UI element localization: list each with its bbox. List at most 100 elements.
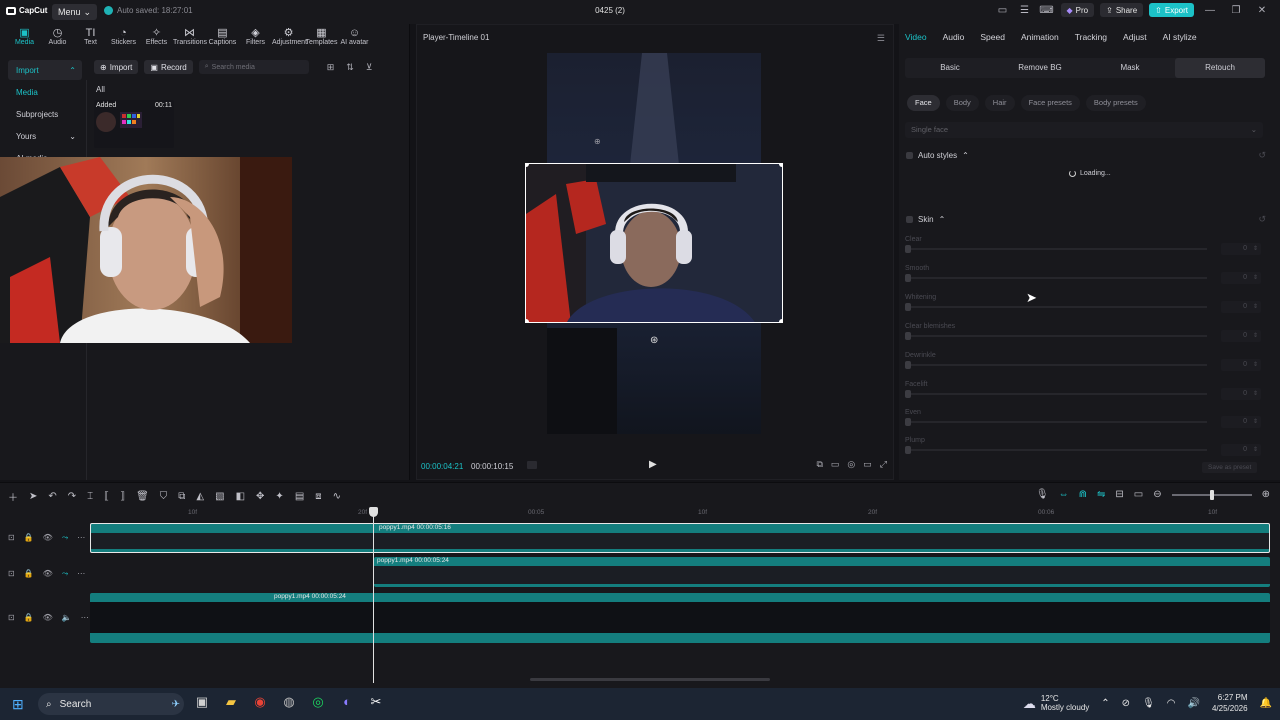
auto-styles-header[interactable]: Auto styles ⌃ — [906, 151, 969, 160]
zoom-in-icon[interactable]: ⊕ — [1262, 489, 1270, 500]
undo-icon[interactable]: ↶ — [48, 491, 56, 502]
lock-icon[interactable]: 🔒 — [24, 569, 34, 579]
slider-knob[interactable] — [905, 245, 911, 253]
capcut-taskbar-icon[interactable]: ✂ — [368, 694, 384, 712]
task-view-icon[interactable]: ▣ — [194, 694, 210, 712]
slider-knob[interactable] — [905, 332, 911, 340]
subtab-mask[interactable]: Mask — [1085, 58, 1175, 78]
magic-icon[interactable]: ✦ — [275, 491, 283, 502]
sort-icon[interactable]: ⇅ — [346, 62, 354, 73]
resize-handle-bottom-left[interactable] — [526, 319, 529, 322]
add-track-icon[interactable]: ＋ — [8, 489, 18, 504]
media-search-input[interactable]: ⌕ Search media — [198, 60, 309, 74]
delete-icon[interactable]: 🗑 — [136, 491, 149, 502]
slider-track[interactable] — [907, 421, 1207, 423]
mic-tray-icon[interactable]: 🎙 — [1142, 698, 1155, 709]
lock-icon[interactable]: 🔒 — [24, 533, 34, 543]
eye-icon[interactable]: 👁 — [43, 613, 53, 622]
clock[interactable]: 6:27 PM 4/25/2026 — [1212, 692, 1248, 714]
share-button[interactable]: ⇪ Share — [1100, 3, 1144, 17]
more-icon[interactable]: ⋯ — [77, 569, 85, 579]
timeline-scrollbar[interactable] — [530, 678, 770, 681]
resize-handle-top-right[interactable] — [779, 164, 782, 167]
magnet-icon[interactable]: ⋒ — [1079, 489, 1087, 500]
ratio-icon[interactable]: ▭ — [863, 459, 872, 470]
lock-icon[interactable]: 🔒 — [24, 613, 34, 622]
pro-button[interactable]: ◆ Pro — [1060, 3, 1095, 17]
slider-knob[interactable] — [905, 446, 911, 454]
audio-wave-icon[interactable]: ∿ — [333, 491, 341, 502]
project-title[interactable]: 0425 (2) — [560, 6, 660, 15]
linkage-icon[interactable]: ⇋ — [1097, 489, 1105, 500]
zoom-slider-knob[interactable] — [1209, 489, 1214, 500]
face-select-dropdown[interactable]: Single face ⌄ — [905, 122, 1263, 138]
crop-tool-icon[interactable]: ⧉ — [178, 491, 185, 502]
tool-stickers[interactable]: ◔ Stickers — [107, 24, 140, 52]
tool-media[interactable]: ▣ Media — [8, 24, 41, 52]
transform-icon[interactable]: ⧈ — [315, 491, 321, 502]
discord-icon[interactable]: ◐ — [339, 694, 355, 712]
sidebar-item-subprojects[interactable]: Subprojects — [8, 104, 82, 124]
anchor-point-icon[interactable]: ⊕ — [594, 137, 601, 146]
slider-value-input[interactable]: 0 — [1221, 330, 1261, 342]
slider-value-input[interactable]: 0 — [1221, 359, 1261, 371]
slider-value-input[interactable]: 0 — [1221, 243, 1261, 255]
media-thumbnail[interactable]: Added 00:11 — [94, 100, 174, 148]
slider-knob[interactable] — [905, 303, 911, 311]
speaker-icon[interactable]: 🔈 — [62, 613, 72, 622]
selected-clip-transform-box[interactable] — [525, 163, 783, 323]
record-button[interactable]: ▣ Record — [144, 60, 193, 74]
microphone-icon[interactable]: 🎙 — [1036, 489, 1049, 500]
notes-icon[interactable]: ☰ — [1017, 5, 1033, 16]
split-icon[interactable]: ⌶ — [87, 491, 93, 502]
reset-icon[interactable]: ↺ — [1258, 214, 1266, 225]
time-ruler[interactable]: 10f 20f 00:05 10f 20f 00:06 10f — [90, 509, 1270, 519]
tab-video[interactable]: Video — [905, 32, 927, 42]
preview-axis-icon[interactable]: ⊟ — [1115, 489, 1123, 500]
tool-text[interactable]: TI Text — [74, 24, 107, 52]
tool-transitions[interactable]: ⋈ Transitions — [173, 24, 207, 52]
skin-checkbox[interactable] — [906, 216, 913, 223]
speed-ramp-icon[interactable]: ◭ — [196, 491, 204, 502]
weather-widget[interactable]: ☁ 12°C Mostly cloudy — [1023, 694, 1089, 712]
tool-effects[interactable]: ✧ Effects — [140, 24, 173, 52]
tab-ai-stylize[interactable]: AI stylize — [1163, 32, 1197, 42]
layout-icon[interactable]: ▭ — [995, 5, 1011, 16]
subtab-retouch[interactable]: Retouch — [1175, 58, 1265, 78]
timeline-clip[interactable]: poppy1.mp4 00:00:05:24 — [374, 557, 1270, 587]
rotate-handle-icon[interactable]: ⊛ — [650, 335, 658, 346]
freeze-frame-icon[interactable]: ▧ — [215, 491, 224, 502]
wifi-icon[interactable]: ◠ — [1167, 698, 1176, 709]
filter-icon[interactable]: ⊻ — [366, 62, 373, 73]
file-explorer-icon[interactable]: ▰ — [223, 694, 239, 712]
windows-start-icon[interactable]: ⊞ — [12, 696, 24, 713]
captions-toggle-icon[interactable]: ▭ — [1134, 489, 1143, 500]
slider-knob[interactable] — [905, 390, 911, 398]
tab-speed[interactable]: Speed — [980, 32, 1005, 42]
slider-value-input[interactable]: 0 — [1221, 416, 1261, 428]
network-icon[interactable]: ⊘ — [1122, 698, 1130, 709]
more-icon[interactable]: ⋯ — [81, 613, 89, 622]
chevron-up-icon[interactable]: ⌃ — [1101, 698, 1109, 709]
slider-value-input[interactable]: 0 — [1221, 444, 1261, 456]
tab-adjust[interactable]: Adjust — [1123, 32, 1147, 42]
slider-knob[interactable] — [905, 274, 911, 282]
auto-reframe-icon[interactable]: ✥ — [256, 491, 264, 502]
export-button[interactable]: ⇧ Export — [1149, 3, 1194, 17]
tab-animation[interactable]: Animation — [1021, 32, 1059, 42]
split-right-icon[interactable]: ⟧ — [120, 491, 125, 502]
chip-body[interactable]: Body — [945, 95, 979, 111]
auto-styles-checkbox[interactable] — [906, 152, 913, 159]
notifications-icon[interactable]: 🔔 — [1260, 698, 1272, 709]
chip-body-presets[interactable]: Body presets — [1085, 95, 1146, 111]
slider-value-input[interactable]: 0 — [1221, 388, 1261, 400]
zoom-out-icon[interactable]: ⊖ — [1153, 489, 1161, 500]
eye-icon[interactable]: 👁 — [43, 533, 53, 543]
timecode-toggle[interactable] — [527, 461, 537, 469]
slider-track[interactable] — [907, 449, 1207, 451]
chip-face-presets[interactable]: Face presets — [1020, 95, 1080, 111]
subtab-remove-bg[interactable]: Remove BG — [995, 58, 1085, 78]
slider-value-input[interactable]: 0 — [1221, 301, 1261, 313]
track-settings-icon[interactable]: ⊡ — [8, 569, 15, 579]
track-settings-icon[interactable]: ⊡ — [8, 613, 15, 622]
